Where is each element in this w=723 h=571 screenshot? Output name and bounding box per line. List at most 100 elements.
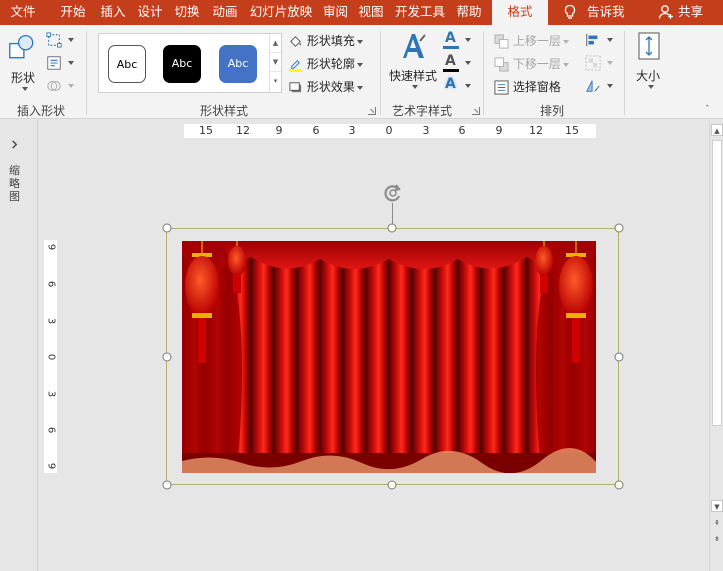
- tab-design[interactable]: 设计: [133, 0, 167, 25]
- curtain-image: [182, 241, 596, 473]
- resize-handle-top-left[interactable]: [162, 223, 172, 233]
- scrollbar-thumb[interactable]: [712, 140, 722, 426]
- ruler-tick: 3: [45, 317, 57, 325]
- bring-forward-label: 上移一层: [512, 34, 561, 48]
- text-effects-button[interactable]: A: [443, 76, 471, 96]
- gallery-more-icon[interactable]: ▾: [270, 72, 281, 91]
- scroll-down-icon[interactable]: ▼: [711, 500, 723, 512]
- style-sample-black[interactable]: Abc: [163, 45, 201, 83]
- text-fill-icon: A: [445, 30, 456, 46]
- shape-outline-button[interactable]: 形状轮廓: [288, 54, 363, 74]
- align-button[interactable]: [585, 32, 613, 50]
- selection-pane-button[interactable]: 选择窗格: [494, 77, 561, 97]
- shape-styles-dialog-launcher-icon[interactable]: [368, 107, 376, 115]
- style-sample-blue[interactable]: Abc: [219, 45, 257, 83]
- tab-slideshow[interactable]: 幻灯片放映: [245, 0, 317, 25]
- pen-outline-icon: [288, 60, 303, 72]
- ruler-tick: 9: [495, 124, 503, 137]
- chevron-down-icon: [562, 39, 569, 44]
- ruler-tick: 15: [199, 124, 213, 137]
- selection-pane-label: 选择窗格: [512, 80, 561, 94]
- tab-view[interactable]: 视图: [354, 0, 388, 25]
- chevron-down-icon: [607, 38, 613, 42]
- tell-me-button[interactable]: 告诉我: [557, 0, 637, 25]
- tab-developer[interactable]: 开发工具: [390, 0, 450, 25]
- collapse-ribbon-icon[interactable]: ˆ: [705, 105, 715, 115]
- tab-insert[interactable]: 插入: [95, 0, 131, 25]
- thumbnail-pane-label: 缩略图: [9, 164, 20, 203]
- resize-handle-top[interactable]: [387, 223, 397, 233]
- next-slide-icon[interactable]: ⇟: [711, 533, 723, 545]
- text-outline-color-bar: [443, 69, 459, 72]
- gallery-down-icon[interactable]: ▼: [270, 53, 281, 72]
- size-icon: [638, 32, 660, 60]
- share-button[interactable]: 共享: [652, 0, 722, 25]
- ruler-tick: 12: [529, 124, 543, 137]
- chevron-down-icon: [607, 84, 613, 88]
- chevron-right-icon[interactable]: [10, 140, 19, 149]
- wordart-group-label: 艺术字样式: [392, 104, 453, 118]
- align-icon: [586, 33, 598, 47]
- quick-styles-button[interactable]: 快速样式: [387, 31, 439, 93]
- vertical-scrollbar[interactable]: ▲ ▼ ⇞ ⇟: [709, 120, 723, 571]
- wordart-dialog-launcher-icon[interactable]: [472, 107, 480, 115]
- resize-handle-right[interactable]: [614, 352, 624, 362]
- shapes-label: 形状: [11, 71, 36, 85]
- send-backward-label: 下移一层: [512, 57, 561, 71]
- resize-handle-bottom-left[interactable]: [162, 480, 172, 490]
- shape-outline-label: 形状轮廓: [306, 57, 355, 71]
- ruler-tick: 6: [45, 280, 57, 288]
- ruler-tick: 3: [422, 124, 430, 137]
- shape-fill-button[interactable]: 形状填充: [288, 31, 363, 51]
- merge-shapes-button[interactable]: [46, 78, 74, 96]
- ruler-tick: 3: [348, 124, 356, 137]
- group-divider: [380, 31, 381, 115]
- ribbon-tab-bar: 文件 开始 插入 设计 切换 动画 幻灯片放映 审阅 视图 开发工具 帮助 格式…: [0, 0, 723, 26]
- group-objects-button[interactable]: [585, 55, 613, 73]
- lightbulb-icon: [564, 4, 576, 19]
- text-outline-button[interactable]: A: [443, 53, 471, 73]
- thumbnail-pane-collapsed[interactable]: 缩略图: [0, 120, 38, 571]
- chevron-down-icon: [412, 85, 418, 89]
- tab-animations[interactable]: 动画: [207, 0, 243, 25]
- chevron-down-icon: [356, 39, 363, 44]
- resize-handle-bottom[interactable]: [387, 480, 397, 490]
- shape-effects-label: 形状效果: [306, 80, 355, 94]
- bring-forward-button[interactable]: 上移一层: [494, 31, 569, 51]
- tab-home[interactable]: 开始: [54, 0, 92, 25]
- edit-points-icon: [46, 32, 62, 48]
- rotate-button[interactable]: [585, 78, 613, 96]
- tab-transitions[interactable]: 切换: [169, 0, 205, 25]
- ruler-tick: 9: [45, 243, 57, 251]
- resize-handle-top-right[interactable]: [614, 223, 624, 233]
- send-backward-button[interactable]: 下移一层: [494, 54, 569, 74]
- selection-pane-icon: [494, 80, 509, 95]
- edit-shape-button[interactable]: [46, 32, 74, 50]
- tab-help[interactable]: 帮助: [452, 0, 486, 25]
- gallery-up-icon[interactable]: ▲: [270, 34, 281, 53]
- tab-file[interactable]: 文件: [0, 0, 46, 25]
- ruler-tick: 12: [236, 124, 250, 137]
- shape-effects-button[interactable]: 形状效果: [288, 77, 363, 97]
- text-fill-button[interactable]: A: [443, 30, 471, 50]
- ruler-tick: 3: [45, 390, 57, 398]
- rotate-handle-icon[interactable]: [383, 183, 403, 203]
- scroll-up-icon[interactable]: ▲: [711, 124, 723, 136]
- shapes-button[interactable]: 形状: [6, 31, 40, 93]
- size-button[interactable]: 大小: [630, 29, 668, 95]
- vertical-ruler: 9 6 3 0 3 6 9: [44, 240, 57, 473]
- resize-handle-bottom-right[interactable]: [614, 480, 624, 490]
- chevron-down-icon: [465, 38, 471, 42]
- previous-slide-icon[interactable]: ⇞: [711, 517, 723, 529]
- stage-curtain-picture[interactable]: [182, 241, 596, 473]
- ruler-tick: 6: [312, 124, 320, 137]
- ruler-tick: 6: [458, 124, 466, 137]
- share-label: 共享: [678, 4, 704, 19]
- tab-format[interactable]: 格式: [492, 0, 548, 26]
- text-box-button[interactable]: [46, 55, 74, 73]
- chevron-down-icon: [465, 61, 471, 65]
- tab-review[interactable]: 审阅: [319, 0, 352, 25]
- ruler-tick: 0: [45, 353, 57, 361]
- resize-handle-left[interactable]: [162, 352, 172, 362]
- style-sample-white[interactable]: Abc: [108, 45, 146, 83]
